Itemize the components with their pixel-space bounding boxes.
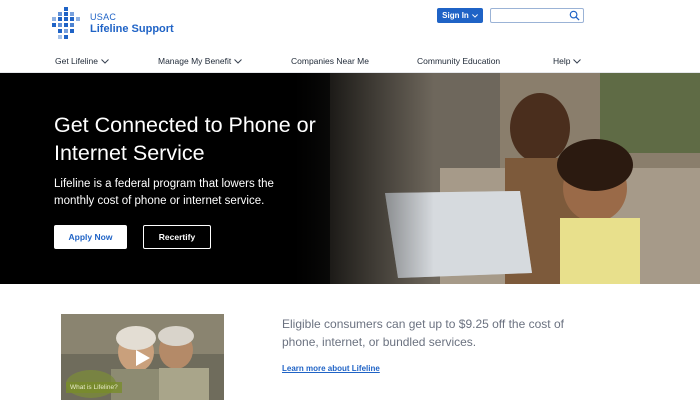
logo-org-text: USAC [90, 12, 117, 22]
nav-item-get-lifeline[interactable]: Get Lifeline [55, 56, 109, 66]
search-box [490, 8, 584, 26]
nav-item-community-education[interactable]: Community Education [417, 56, 500, 66]
chevron-down-icon [101, 58, 109, 64]
hero-title: Get Connected to Phone or Internet Servi… [54, 113, 316, 165]
hero-description: Lifeline is a federal program that lower… [54, 178, 274, 207]
search-input[interactable] [491, 13, 569, 26]
chevron-down-icon [234, 58, 243, 64]
search-icon[interactable] [569, 10, 580, 21]
usac-lifeline-logo[interactable]: USAC Lifeline Support [52, 7, 192, 43]
video-caption: What is Lifeline? [66, 382, 122, 393]
sign-in-label: Sign In [442, 11, 469, 20]
nav-item-label: Manage My Benefit [158, 56, 232, 66]
usac-logo-mark-icon [52, 7, 80, 39]
sign-in-button[interactable]: Sign In [437, 8, 483, 23]
chevron-down-icon [471, 13, 478, 18]
logo-site-name: Lifeline Support [90, 23, 174, 35]
nav-item-label: Community Education [417, 56, 501, 66]
main-nav: Get Lifeline Manage My Benefit Companies… [0, 50, 700, 73]
apply-now-button[interactable]: Apply Now [54, 225, 127, 249]
nav-item-label: Companies Near Me [291, 56, 369, 66]
hero-banner: Get Connected to Phone or Internet Servi… [0, 73, 700, 284]
nav-item-label: Get Lifeline [55, 56, 98, 66]
nav-item-companies-near-me[interactable]: Companies Near Me [291, 56, 369, 66]
chevron-down-icon [573, 58, 582, 64]
play-icon[interactable] [132, 348, 152, 368]
nav-item-help[interactable]: Help [553, 56, 582, 66]
nav-item-manage-my-benefit[interactable]: Manage My Benefit [158, 56, 243, 66]
recertify-button[interactable]: Recertify [143, 225, 211, 249]
promo-text: Eligible consumers can get up to $9.25 o… [282, 317, 564, 349]
site-header: USAC Lifeline Support Sign In [0, 0, 700, 50]
learn-more-link[interactable]: Learn more about Lifeline [282, 364, 380, 373]
nav-item-label: Help [553, 56, 571, 66]
